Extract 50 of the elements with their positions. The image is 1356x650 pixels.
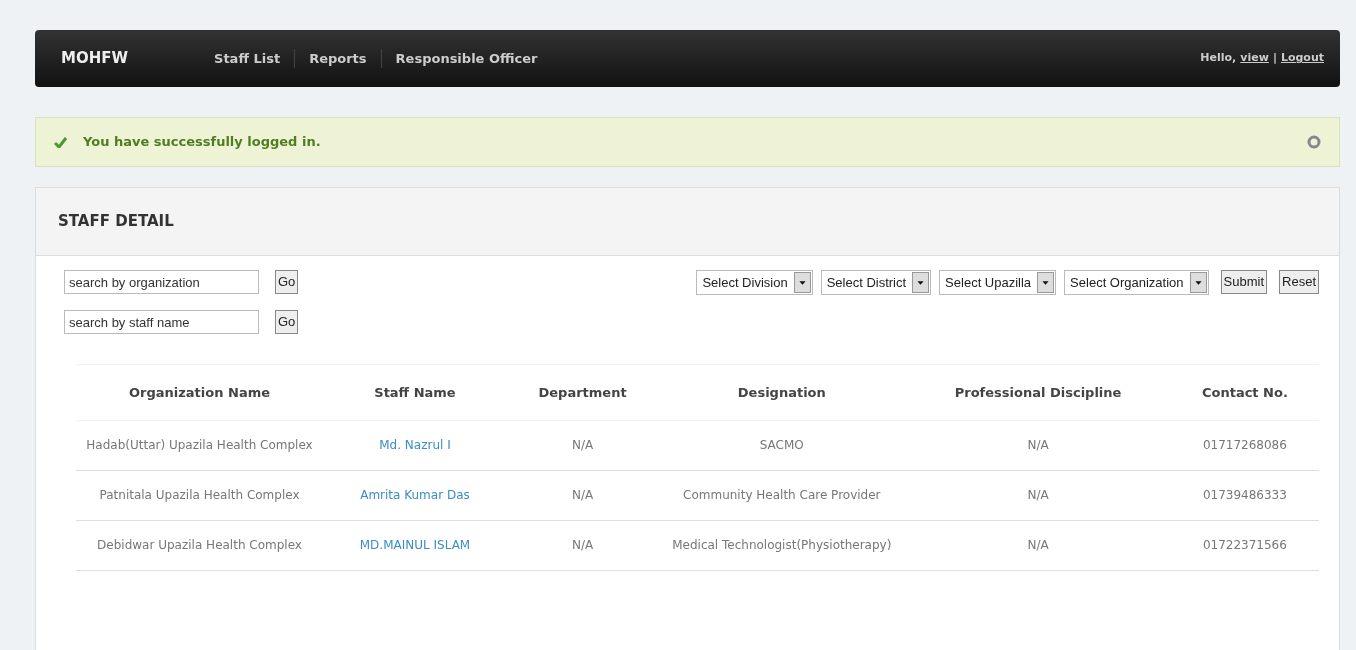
- table-cell: N/A: [905, 420, 1171, 471]
- search-field[interactable]: search by organization: [64, 270, 259, 294]
- table-cell: N/A: [506, 420, 659, 471]
- table-cell: 01717268086: [1170, 420, 1319, 471]
- check-icon: [54, 136, 67, 148]
- dropdown[interactable]: Select Upazilla: [939, 270, 1057, 295]
- table-cell: Hadab(Uttar) Upazila Health Complex: [76, 420, 324, 471]
- panel-title: STAFF DETAIL: [58, 211, 174, 233]
- table-cell: 01739486333: [1170, 470, 1319, 521]
- table-cell: SACMO: [658, 420, 906, 471]
- greeting-text: Hello,: [1200, 50, 1237, 67]
- caret-icon: [1189, 272, 1207, 293]
- form-button[interactable]: Submit: [1220, 270, 1268, 294]
- table-cell: Medical Technologist(Physiotherapy): [658, 520, 906, 571]
- column-header: Professional Discipline: [905, 364, 1171, 421]
- staff-name-link[interactable]: MD.MAINUL ISLAM: [359, 538, 471, 553]
- nav-link[interactable]: Responsible Officer: [381, 48, 552, 69]
- caret-icon: [1037, 272, 1055, 293]
- table-cell: N/A: [506, 470, 659, 521]
- alert-message: You have successfully logged in.: [83, 133, 321, 152]
- close-icon[interactable]: [1307, 135, 1321, 149]
- separator-text: |: [1272, 50, 1277, 67]
- go-button[interactable]: Go: [275, 310, 299, 334]
- staff-name-link[interactable]: Md. Nazrul I: [379, 438, 451, 453]
- staff-name-link[interactable]: Amrita Kumar Das: [360, 488, 470, 503]
- table-cell: Patnitala Upazila Health Complex: [76, 470, 324, 521]
- logout-link[interactable]: Logout: [1280, 50, 1324, 67]
- search-field[interactable]: search by staff name: [64, 310, 259, 334]
- column-header: Staff Name: [323, 364, 507, 421]
- nav-link[interactable]: Reports: [295, 48, 382, 69]
- nav-link[interactable]: Staff List: [200, 48, 296, 69]
- user-link[interactable]: view: [1240, 50, 1269, 67]
- table-cell: N/A: [905, 470, 1171, 521]
- brand[interactable]: MOHFW: [61, 47, 129, 70]
- dropdown[interactable]: Select Division: [696, 270, 813, 295]
- table-cell: N/A: [506, 520, 659, 571]
- table-cell: Debidwar Upazila Health Complex: [76, 520, 324, 571]
- table-cell: 01722371566: [1170, 520, 1319, 571]
- dropdown[interactable]: Select District: [820, 270, 932, 295]
- table-cell: Community Health Care Provider: [658, 470, 906, 521]
- column-header: Contact No.: [1170, 364, 1319, 421]
- column-header: Department: [506, 364, 659, 421]
- go-button[interactable]: Go: [275, 270, 299, 294]
- dropdown[interactable]: Select Organization: [1064, 270, 1209, 295]
- form-button[interactable]: Reset: [1279, 270, 1319, 294]
- column-header: Organization Name: [76, 364, 324, 421]
- table-cell: N/A: [905, 520, 1171, 571]
- column-header: Designation: [658, 364, 906, 421]
- caret-icon: [912, 272, 930, 293]
- caret-icon: [793, 272, 811, 293]
